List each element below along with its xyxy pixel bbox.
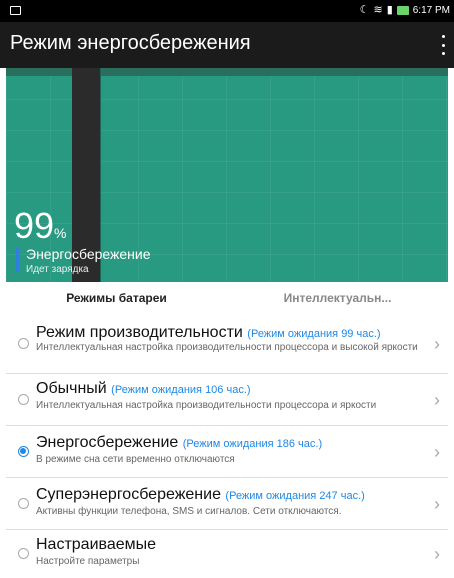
- tab-intelligent[interactable]: Интеллектуальн...: [227, 282, 448, 314]
- radio-performance[interactable]: [18, 338, 29, 349]
- mode-description: Активны функции телефона, SMS и сигналов…: [36, 506, 342, 517]
- mode-title: Настраиваемые: [36, 536, 156, 554]
- chevron-right-icon: ›: [434, 390, 440, 410]
- notification-icon: [10, 6, 21, 15]
- moon-icon: ☾: [359, 4, 370, 16]
- mode-title: Суперэнергосбережение (Режим ожидания 24…: [36, 486, 365, 504]
- list-item-normal[interactable]: Обычный (Режим ожидания 106 час.) Интелл…: [6, 374, 448, 426]
- battery-mode-list: Режим производительности (Режим ожидания…: [6, 316, 448, 578]
- mode-description: В режиме сна сети временно отключаются: [36, 454, 235, 465]
- current-mode-label: Энергосбережение: [26, 246, 151, 262]
- overflow-menu-icon[interactable]: [440, 35, 446, 55]
- battery-percent-sign: %: [54, 225, 67, 241]
- mode-title-text: Обычный: [36, 380, 107, 397]
- radio-normal[interactable]: [18, 394, 29, 405]
- mode-title-text: Настраиваемые: [36, 536, 157, 553]
- charging-status: Идет зарядка: [26, 264, 89, 275]
- chevron-right-icon: ›: [434, 494, 440, 514]
- chevron-right-icon: ›: [434, 442, 440, 462]
- tab-bar: Режимы батареи Интеллектуальн...: [6, 282, 448, 314]
- battery-percent: 99%: [14, 208, 67, 251]
- mode-description: Интеллектуальная настройка производитель…: [36, 400, 377, 411]
- list-item-power-saving[interactable]: Энергосбережение (Режим ожидания 186 час…: [6, 426, 448, 478]
- chevron-right-icon: ›: [434, 334, 440, 354]
- battery-hero: 99% Энергосбережение Идет зарядка: [6, 68, 448, 282]
- mode-standby-hint: (Режим ожидания 247 час.): [225, 490, 365, 502]
- mode-title-text: Суперэнергосбережение: [36, 486, 221, 503]
- radio-custom[interactable]: [18, 548, 29, 559]
- battery-icon: [396, 5, 409, 15]
- radio-power-saving[interactable]: [18, 446, 29, 457]
- status-time: 6:17 PM: [412, 4, 450, 16]
- mode-standby-hint: (Режим ожидания 106 час.): [111, 384, 251, 396]
- list-item-super-saving[interactable]: Суперэнергосбережение (Режим ожидания 24…: [6, 478, 448, 530]
- mode-title-text: Энергосбережение: [36, 434, 179, 451]
- radio-super-saving[interactable]: [18, 498, 29, 509]
- app-bar: Режим энергосбережения: [0, 22, 454, 68]
- mode-title: Энергосбережение (Режим ожидания 186 час…: [36, 434, 322, 452]
- mode-accent-bar: [16, 248, 19, 272]
- chevron-right-icon: ›: [434, 544, 440, 564]
- mode-description: Интеллектуальная настройка производитель…: [36, 342, 418, 353]
- mode-standby-hint: (Режим ожидания 186 час.): [182, 438, 323, 450]
- list-item-custom[interactable]: Настраиваемые Настройте параметры ›: [6, 530, 448, 578]
- list-item-performance[interactable]: Режим производительности (Режим ожидания…: [6, 316, 448, 374]
- status-bar: ☾ ≋ ▮ 6:17 PM: [0, 0, 454, 22]
- mode-title: Обычный (Режим ожидания 106 час.): [36, 380, 251, 398]
- mode-title-text: Режим производительности: [36, 324, 243, 341]
- mode-title: Режим производительности (Режим ожидания…: [36, 324, 381, 342]
- wifi-icon: ≋: [373, 4, 383, 16]
- mode-description: Настройте параметры: [36, 556, 140, 567]
- mode-standby-hint: (Режим ожидания 99 час.): [247, 328, 381, 340]
- page-title: Режим энергосбережения: [10, 32, 251, 54]
- battery-percent-value: 99: [14, 205, 55, 246]
- active-tab-indicator: [6, 310, 227, 313]
- sim-icon: ▮: [386, 4, 393, 16]
